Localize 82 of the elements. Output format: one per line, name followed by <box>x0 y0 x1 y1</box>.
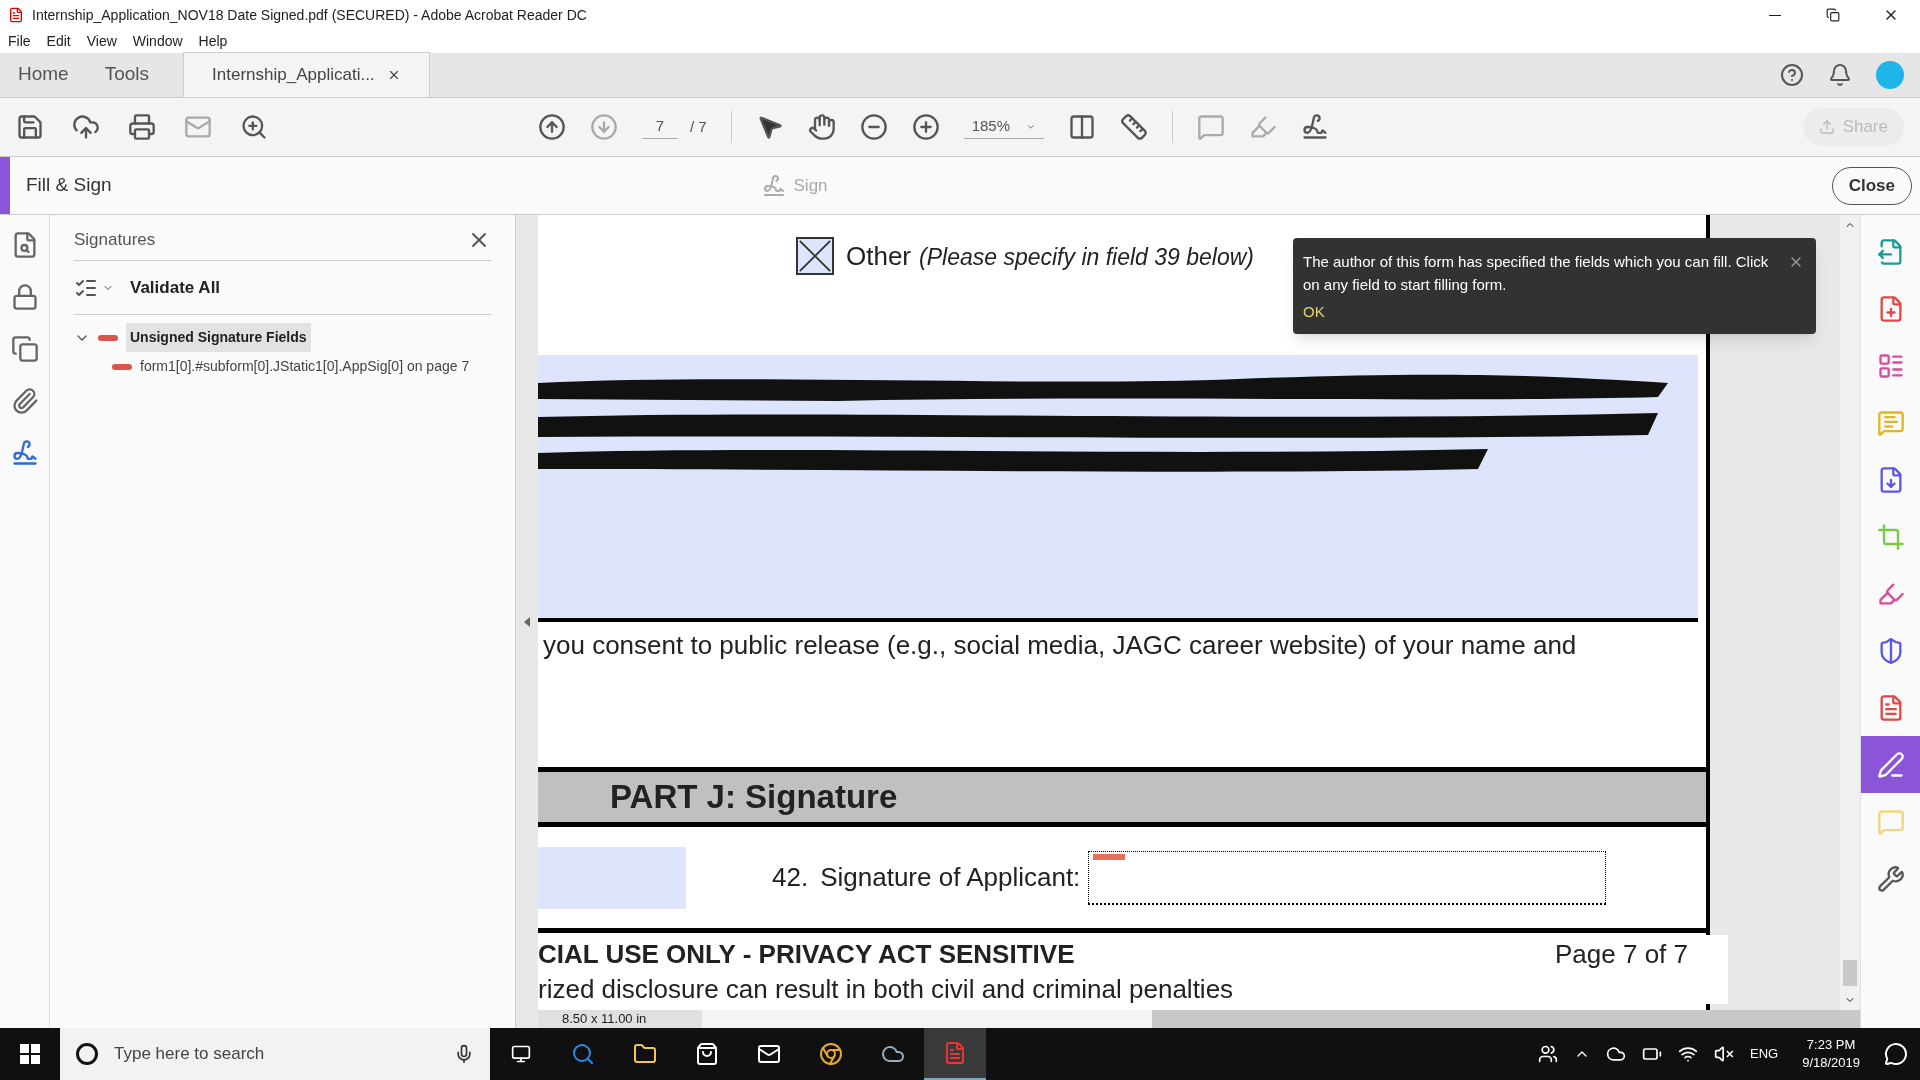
task-view-icon[interactable] <box>511 1044 531 1064</box>
ok-button[interactable]: OK <box>1303 301 1325 324</box>
taskbar-app-button[interactable] <box>924 1028 986 1080</box>
collapse-panel-icon[interactable] <box>524 616 530 627</box>
cloud-icon[interactable] <box>1606 1044 1626 1064</box>
horizontal-scrollbar[interactable] <box>702 1010 1152 1028</box>
scrollbar-thumb[interactable] <box>1843 960 1857 986</box>
active-tool-indicator <box>0 157 10 214</box>
signature-pen-icon[interactable] <box>10 439 39 467</box>
pdf-file-icon <box>8 7 24 23</box>
document-tab[interactable]: Internship_Applicati... <box>183 52 430 97</box>
tree-item[interactable]: form1[0].#subform[0].JStatic1[0].AppSig[0] on page 7 <box>140 356 470 377</box>
field-number: 42. <box>772 861 809 894</box>
page-label: Page 7 of 7 <box>1555 938 1688 971</box>
menu-item[interactable]: View <box>86 31 117 52</box>
tooltip-text: The author of this form has specified the fields which you can fill. Click on any field to start filling form. <box>1303 252 1770 295</box>
checkbox-note: (Please specify in field 39 below) <box>919 243 1254 272</box>
tool-button[interactable] <box>1861 736 1920 793</box>
hand-icon[interactable] <box>807 113 836 141</box>
page-fit-icon[interactable] <box>1067 113 1096 141</box>
ruler-icon[interactable] <box>1119 113 1148 141</box>
tree-item[interactable]: Unsigned Signature Fields <box>126 323 311 352</box>
print-icon[interactable] <box>128 113 156 141</box>
nav-tab[interactable]: Tools <box>86 52 168 97</box>
restore-icon <box>1826 8 1840 22</box>
nav-tab[interactable]: Home <box>0 52 87 97</box>
menu-item[interactable]: File <box>8 31 31 52</box>
pdf-app-icon <box>943 1041 967 1065</box>
windows-logo-icon[interactable] <box>20 1044 40 1064</box>
bell-icon[interactable] <box>1828 63 1852 87</box>
checkbox[interactable] <box>796 237 834 275</box>
browser-circle-icon[interactable] <box>819 1042 843 1066</box>
mute-icon[interactable] <box>1714 1044 1734 1064</box>
zoom-search-icon[interactable] <box>240 113 268 141</box>
sign-icon <box>761 173 786 198</box>
tab-label: Internship_Applicati... <box>212 64 375 87</box>
window-title: Internship_Application_NOV18 Date Signed.pdf (SECURED) - Adobe Acrobat Reader DC <box>32 5 587 25</box>
folder-icon[interactable] <box>633 1042 657 1066</box>
footer-title: CIAL USE ONLY - PRIVACY ACT SENSITIVE <box>538 938 1075 971</box>
part-title: PART J: Signature <box>610 777 898 818</box>
save-icon[interactable] <box>16 113 44 141</box>
footer-note: rized disclosure can result in both civil and criminal penalties <box>538 974 1235 1004</box>
sign-icon[interactable] <box>1300 113 1329 141</box>
microphone-icon[interactable] <box>454 1044 474 1064</box>
menu-item[interactable]: Help <box>198 31 228 52</box>
wifi-icon[interactable] <box>1678 1044 1698 1064</box>
lock-icon[interactable] <box>10 283 39 311</box>
page-number-field[interactable]: 7 <box>642 115 678 139</box>
zoom-out-icon[interactable] <box>859 113 888 141</box>
search-placeholder: Type here to search <box>114 1043 265 1066</box>
menu-item[interactable]: Window <box>132 31 183 52</box>
clock-date: 9/18/2019 <box>1802 1054 1860 1072</box>
consent-text: you consent to public release (e.g., social media, JAGC career website) of your name and <box>542 629 1578 662</box>
zoom-in-icon[interactable] <box>911 113 940 141</box>
pages-icon[interactable] <box>10 335 39 363</box>
mail-icon[interactable] <box>757 1042 781 1066</box>
page-size: 8.50 x 11.00 in <box>562 1010 648 1029</box>
signature-marker-icon <box>98 334 118 341</box>
people-icon[interactable] <box>1538 1044 1558 1064</box>
checkbox-label: Other <box>846 240 912 273</box>
panel-title: Signatures <box>74 228 156 251</box>
page-total: / 7 <box>690 116 707 137</box>
signature-marker-icon <box>1093 853 1126 860</box>
search-field[interactable]: Type here to search <box>60 1028 490 1080</box>
help-icon[interactable] <box>1780 63 1804 87</box>
share-icon <box>1818 119 1835 135</box>
notification-icon[interactable] <box>1884 1042 1908 1066</box>
validate-all-button[interactable]: Validate All <box>130 274 221 301</box>
signature-marker-icon <box>112 363 132 370</box>
upload-cloud-icon[interactable] <box>72 113 100 141</box>
menu-item[interactable]: Edit <box>46 31 71 52</box>
fill-sign-title: Fill & Sign <box>26 173 112 198</box>
signature-field[interactable] <box>1088 850 1607 905</box>
clock-time: 7:23 PM <box>1806 1036 1856 1054</box>
previous-page-icon[interactable] <box>538 113 566 141</box>
zoom-dropdown[interactable]: 185% <box>963 115 1044 139</box>
paperclip-icon[interactable] <box>10 387 39 415</box>
field-label: Signature of Applicant: <box>820 861 1081 894</box>
language-indicator[interactable]: ENG <box>1750 1044 1779 1064</box>
minimize-icon <box>1769 14 1781 16</box>
store-bag-icon[interactable] <box>695 1042 719 1066</box>
form-field[interactable] <box>538 846 686 909</box>
